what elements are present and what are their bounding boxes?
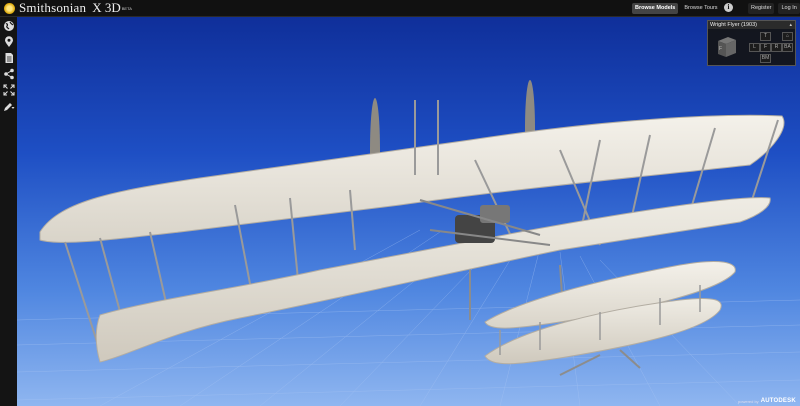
- globe-icon[interactable]: [2, 19, 16, 33]
- share-icon[interactable]: [2, 67, 16, 81]
- brand-name: Smithsonian: [19, 0, 87, 15]
- logo[interactable]: Smithsonian X 3D BETA: [4, 0, 132, 17]
- view-left-button[interactable]: L: [749, 43, 760, 52]
- location-pin-icon[interactable]: [2, 35, 16, 49]
- view-bottom-button[interactable]: BM: [760, 54, 771, 63]
- top-bar: Smithsonian X 3D BETA Browse Models Brow…: [0, 0, 800, 17]
- powered-by-badge: powered by AUTODESK: [738, 398, 796, 404]
- view-back-button[interactable]: BA: [782, 43, 793, 52]
- document-icon[interactable]: [2, 51, 16, 65]
- fullscreen-icon[interactable]: [2, 83, 16, 97]
- product-name: X 3D: [92, 0, 121, 15]
- camera-view-panel: Wright Flyer (1903) ▴ F T ⌂ L F R BA BM: [707, 20, 796, 66]
- collapse-icon[interactable]: ▴: [789, 21, 795, 29]
- home-view-icon[interactable]: ⌂: [782, 32, 793, 41]
- auth-nav: Register Log In: [748, 3, 800, 14]
- info-icon[interactable]: i: [724, 3, 733, 12]
- cube-face-label: F: [719, 46, 723, 52]
- browse-tours-button[interactable]: Browse Tours: [681, 3, 720, 14]
- wright-flyer-model[interactable]: [17, 17, 800, 406]
- autodesk-logo: AUTODESK: [760, 398, 796, 404]
- view-cube[interactable]: F: [716, 35, 738, 59]
- view-top-button[interactable]: T: [760, 32, 771, 41]
- model-title: Wright Flyer (1903): [710, 22, 757, 28]
- beta-badge: BETA: [121, 5, 132, 11]
- view-front-button[interactable]: F: [760, 43, 771, 52]
- sun-icon: [4, 2, 15, 14]
- panel-title-bar: Wright Flyer (1903) ▴: [708, 21, 795, 29]
- pencil-icon[interactable]: [2, 99, 16, 113]
- register-button[interactable]: Register: [748, 3, 775, 14]
- browse-models-button[interactable]: Browse Models: [632, 3, 679, 14]
- left-toolbar: [0, 17, 17, 406]
- view-right-button[interactable]: R: [771, 43, 782, 52]
- login-button[interactable]: Log In: [778, 3, 800, 14]
- model-viewport[interactable]: [17, 17, 800, 406]
- powered-by-label: powered by: [738, 398, 759, 404]
- main-nav: Browse Models Browse Tours: [632, 3, 721, 14]
